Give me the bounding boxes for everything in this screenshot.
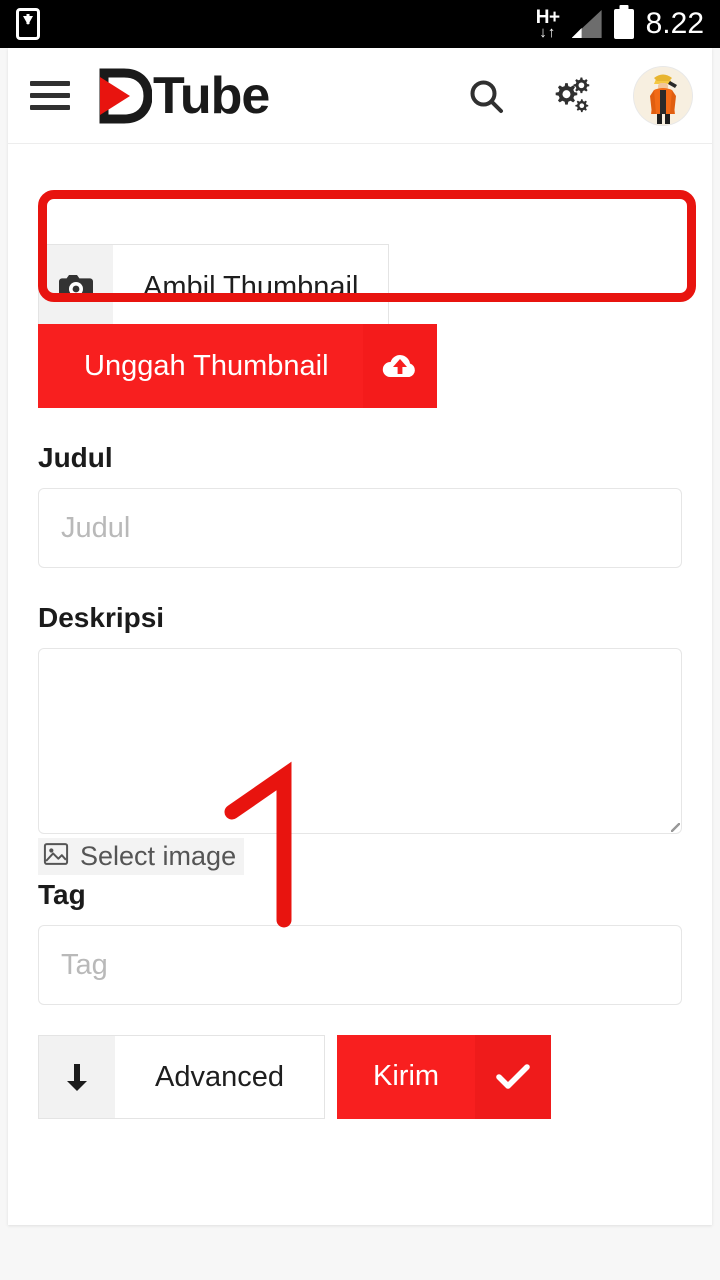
signal-bars-icon — [571, 10, 602, 38]
capture-thumbnail-label: Ambil Thumbnail — [143, 270, 359, 303]
advanced-label: Advanced — [155, 1060, 284, 1093]
network-type-indicator: H+ ↓↑ — [536, 8, 560, 40]
status-bar-right: H+ ↓↑ 8.22 — [536, 7, 704, 41]
description-wrapper — [38, 648, 682, 834]
dtube-d-play-logo-icon — [96, 68, 152, 124]
thumbnail-controls: Ambil Thumbnail Unggah Thumbnail — [38, 244, 682, 408]
select-image-label: Select image — [80, 841, 237, 871]
clock-label: 8.22 — [645, 7, 704, 40]
select-image-button[interactable]: Select image — [38, 838, 245, 875]
advanced-button[interactable]: Advanced — [38, 1035, 325, 1119]
status-bar: H+ ↓↑ 8.22 — [0, 0, 720, 48]
tag-input[interactable] — [38, 925, 682, 1005]
phone-download-icon — [16, 8, 40, 40]
upload-thumbnail-button[interactable]: Unggah Thumbnail — [38, 324, 437, 408]
form-actions: Advanced Kirim — [38, 1035, 682, 1119]
capture-thumbnail-button[interactable]: Ambil Thumbnail — [38, 244, 390, 330]
image-icon — [42, 840, 70, 873]
dtube-logo-text: Tube — [153, 66, 270, 125]
app-card: Tube Ambil Thumbnail Unggah Thumbnail Ju… — [8, 48, 712, 1225]
title-input[interactable] — [38, 488, 682, 568]
arrow-down-icon — [39, 1036, 115, 1118]
status-bar-left — [16, 8, 40, 40]
user-avatar[interactable] — [634, 66, 692, 125]
submit-label: Kirim — [373, 1059, 440, 1092]
submit-button[interactable]: Kirim — [337, 1035, 552, 1119]
dtube-logo[interactable]: Tube — [96, 66, 270, 125]
battery-icon — [613, 9, 634, 39]
camera-icon — [39, 245, 113, 329]
network-activity-arrows: ↓↑ — [539, 24, 557, 41]
search-icon[interactable] — [466, 76, 506, 116]
textarea-resize-handle[interactable] — [671, 823, 680, 832]
tag-field-label: Tag — [38, 879, 86, 910]
cloud-upload-icon — [362, 324, 437, 408]
upload-form: Ambil Thumbnail Unggah Thumbnail Judul D… — [8, 190, 712, 1119]
description-field-label: Deskripsi — [38, 602, 165, 633]
description-textarea[interactable] — [38, 648, 682, 834]
check-icon — [475, 1035, 552, 1119]
upload-thumbnail-label: Unggah Thumbnail — [84, 349, 329, 382]
title-field-label: Judul — [38, 442, 113, 473]
cogs-icon[interactable] — [548, 75, 592, 117]
hamburger-menu-icon[interactable] — [30, 81, 70, 110]
app-bar-actions — [466, 66, 692, 125]
page-container: Tube Ambil Thumbnail Unggah Thumbnail Ju… — [0, 48, 720, 1280]
app-bar: Tube — [8, 48, 712, 144]
